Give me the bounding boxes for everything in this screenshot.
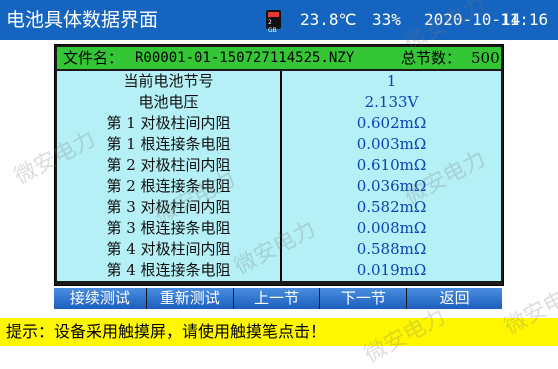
row-value: 0.008mΩ	[282, 218, 501, 239]
title-bar: 电池具体数据界面 2 GB 23.8℃ 33% 2020-10-14 11:16	[0, 0, 558, 40]
row-value: 0.602mΩ	[282, 113, 501, 134]
row-value: 0.019mΩ	[282, 260, 501, 281]
row-label: 第 3 根连接条电阻	[57, 218, 280, 239]
file-name-label: 文件名：	[63, 49, 124, 67]
row-value: 0.003mΩ	[282, 134, 501, 155]
row-value: 1	[282, 71, 501, 92]
row-label: 第 2 对极柱间内阻	[57, 155, 280, 176]
sd-card-stripe	[268, 12, 279, 17]
file-name-value: R00001-01-150727114525.NZY	[135, 50, 355, 66]
row-value: 0.588mΩ	[282, 239, 501, 260]
button-bar: 接续测试 重新测试 上一节 下一节 返回	[54, 288, 503, 309]
table-row: 第 1 根连接条电阻 0.003mΩ	[57, 134, 501, 155]
table-row: 第 2 根连接条电阻 0.036mΩ	[57, 176, 501, 197]
temperature-readout: 23.8℃	[300, 10, 357, 29]
table-row: 当前电池节号 1	[57, 71, 501, 92]
table-row: 第 3 对极柱间内阻 0.582mΩ	[57, 197, 501, 218]
hint-bar: 提示：设备采用触摸屏，请使用触摸笔点击！	[0, 318, 558, 346]
row-value: 0.582mΩ	[282, 197, 501, 218]
sd-card-icon: 2 GB	[266, 10, 281, 34]
table-row: 第 4 对极柱间内阻 0.588mΩ	[57, 239, 501, 260]
page-title: 电池具体数据界面	[6, 9, 159, 31]
row-label: 第 4 对极柱间内阻	[57, 239, 280, 260]
table-row: 第 4 根连接条电阻 0.019mΩ	[57, 260, 501, 281]
table-row: 电池电压 2.133V	[57, 92, 501, 113]
table-row: 第 1 对极柱间内阻 0.602mΩ	[57, 113, 501, 134]
data-panel: 文件名： R00001-01-150727114525.NZY 总节数： 500…	[54, 44, 504, 286]
row-label: 第 2 根连接条电阻	[57, 176, 280, 197]
table-row: 第 3 根连接条电阻 0.008mΩ	[57, 218, 501, 239]
row-label: 当前电池节号	[57, 71, 280, 92]
row-label: 第 3 对极柱间内阻	[57, 197, 280, 218]
row-value: 2.133V	[282, 92, 501, 113]
cell-count-value: 500	[471, 49, 500, 67]
cell-count-label: 总节数：	[401, 49, 462, 67]
row-label: 电池电压	[57, 92, 280, 113]
sd-card-label: 2 GB	[268, 19, 277, 34]
row-value: 0.036mΩ	[282, 176, 501, 197]
next-cell-button[interactable]: 下一节	[320, 288, 407, 309]
time-readout: 11:16	[500, 10, 549, 29]
row-label: 第 1 根连接条电阻	[57, 134, 280, 155]
row-label: 第 4 根连接条电阻	[57, 260, 280, 281]
retest-button[interactable]: 重新测试	[146, 288, 233, 309]
row-label: 第 1 对极柱间内阻	[57, 113, 280, 134]
continue-test-button[interactable]: 接续测试	[54, 288, 146, 309]
hint-text: 提示：设备采用触摸屏，请使用触摸笔点击！	[6, 322, 327, 341]
file-header: 文件名： R00001-01-150727114525.NZY 总节数： 500	[57, 47, 501, 69]
table-row: 第 2 对极柱间内阻 0.610mΩ	[57, 155, 501, 176]
row-value: 0.610mΩ	[282, 155, 501, 176]
previous-cell-button[interactable]: 上一节	[233, 288, 320, 309]
back-button[interactable]: 返回	[407, 288, 503, 309]
battery-level: 33%	[372, 10, 401, 29]
